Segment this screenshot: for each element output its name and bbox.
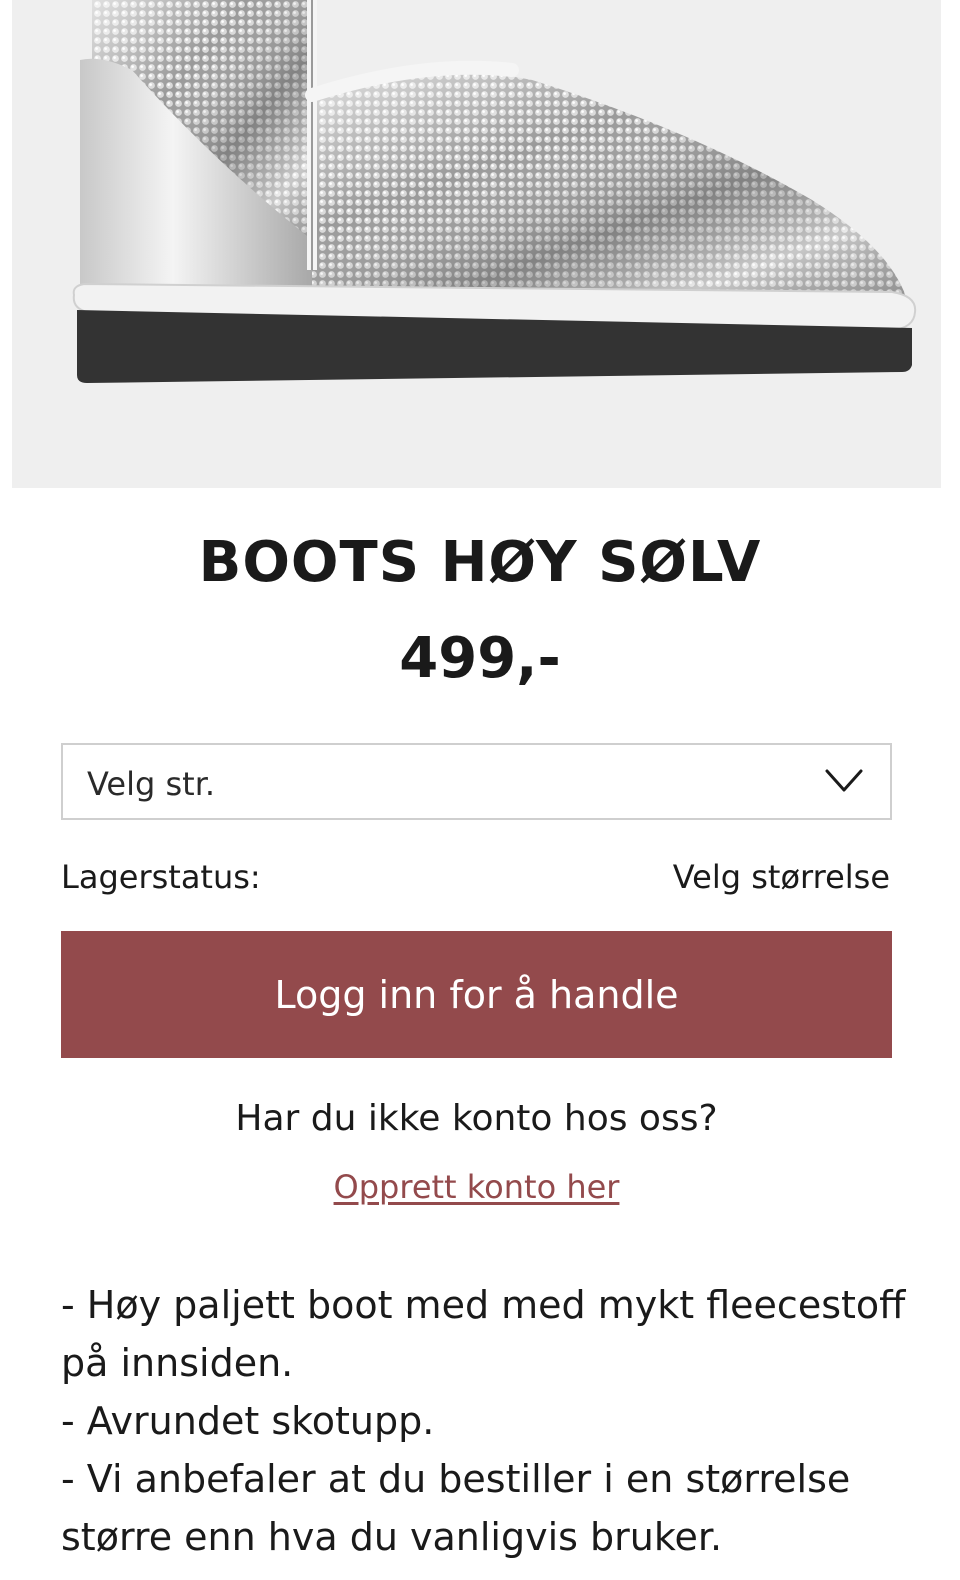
login-to-shop-button[interactable]: Logg inn for å handle xyxy=(61,931,892,1058)
no-account-question: Har du ikke konto hos oss? xyxy=(235,1098,718,1139)
description-item: - Vi anbefaler at du bestiller i en stør… xyxy=(61,1457,851,1559)
size-select-placeholder: Velg str. xyxy=(87,765,216,803)
product-price: 499,- xyxy=(399,626,561,691)
create-account-link[interactable]: Opprett konto her xyxy=(334,1168,620,1206)
description-item: - Avrundet skotupp. xyxy=(61,1399,435,1443)
chevron-down-icon xyxy=(825,769,863,792)
size-select[interactable]: Velg str. xyxy=(61,743,892,820)
create-account-wrapper: Opprett konto her xyxy=(0,1168,953,1206)
product-image[interactable] xyxy=(12,0,941,488)
boot-illustration xyxy=(72,0,917,383)
description-item: - Høy paljett boot med med mykt fleecest… xyxy=(61,1283,906,1385)
product-description: - Høy paljett boot med med mykt fleecest… xyxy=(61,1276,931,1566)
product-page: BOOTS HØY SØLV 499,- Velg str. Lagerstat… xyxy=(0,0,960,1580)
stock-status-value: Velg størrelse xyxy=(672,858,890,896)
stock-status-label: Lagerstatus: xyxy=(61,858,261,896)
product-title: BOOTS HØY SØLV xyxy=(198,530,762,595)
